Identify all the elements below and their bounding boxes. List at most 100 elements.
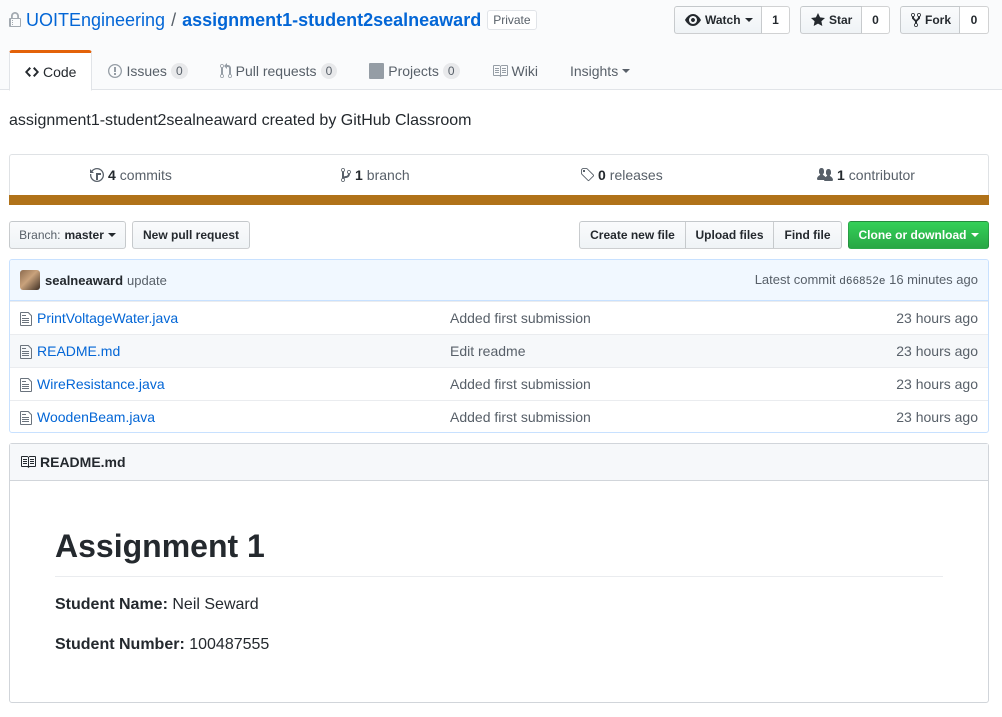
commits-count: 4 <box>108 167 116 183</box>
repo-description: assignment1-student2sealneaward created … <box>9 112 472 129</box>
commit-author-link[interactable]: sealneaward <box>45 273 123 288</box>
student-number-value: 100487555 <box>189 636 270 653</box>
file-icon <box>20 344 32 360</box>
commit-sha-link[interactable]: d66852e <box>839 276 885 288</box>
file-name-link[interactable]: PrintVoltageWater.java <box>37 310 178 326</box>
tab-issues[interactable]: Issues 0 <box>92 50 203 90</box>
file-commit-message[interactable]: Added first submission <box>450 376 591 392</box>
contributors-link[interactable]: 1 contributor <box>817 167 915 183</box>
commit-message-link[interactable]: update <box>127 273 167 288</box>
commits-link[interactable]: 4 commits <box>90 167 172 183</box>
tag-icon <box>580 167 598 183</box>
fork-icon <box>911 12 925 28</box>
issues-counter: 0 <box>170 63 188 79</box>
star-count[interactable]: 0 <box>862 6 890 34</box>
file-age: 23 hours ago <box>896 409 978 425</box>
book-icon <box>492 63 512 79</box>
watch-button[interactable]: Watch <box>674 6 762 34</box>
eye-icon <box>685 12 705 28</box>
contributor-count: 1 <box>837 167 845 183</box>
student-name-line: Student Name: Neil Seward <box>55 596 259 614</box>
repo-name-link[interactable]: assignment1-student2sealneaward <box>182 10 481 31</box>
issue-icon <box>108 63 126 79</box>
projects-counter: 0 <box>442 63 460 79</box>
chevron-down-icon <box>970 233 979 237</box>
clone-label: Clone or download <box>858 228 967 242</box>
student-number-line: Student Number: 100487555 <box>55 636 269 654</box>
chevron-down-icon <box>622 69 631 73</box>
readme-filename: README.md <box>40 454 126 470</box>
file-table: sealneaward update Latest commit d66852e… <box>9 259 989 433</box>
file-icon <box>20 311 32 327</box>
commits-label: commits <box>119 167 172 183</box>
avatar[interactable] <box>20 270 40 290</box>
readme-heading: Assignment 1 <box>55 528 265 564</box>
create-new-file-button[interactable]: Create new file <box>579 221 686 249</box>
upload-files-button[interactable]: Upload files <box>685 221 774 249</box>
file-age: 23 hours ago <box>896 310 978 326</box>
tab-pull-requests[interactable]: Pull requests 0 <box>204 50 354 90</box>
tab-code[interactable]: Code <box>9 50 93 91</box>
branch-label: branch <box>366 167 410 183</box>
fork-count[interactable]: 0 <box>960 6 989 34</box>
pull-request-icon <box>219 63 236 79</box>
code-icon <box>25 64 43 80</box>
tab-projects[interactable]: Projects 0 <box>353 50 475 90</box>
branch-icon <box>341 167 355 183</box>
file-age: 23 hours ago <box>896 376 978 392</box>
student-name-label: Student Name: <box>55 596 168 613</box>
latest-commit-info: Latest commit d66852e 16 minutes ago <box>755 272 978 288</box>
file-icon <box>20 377 32 393</box>
project-icon <box>369 63 388 79</box>
private-badge: Private <box>487 10 537 30</box>
find-file-button[interactable]: Find file <box>773 221 842 249</box>
file-commit-message[interactable]: Edit readme <box>450 343 525 359</box>
releases-link[interactable]: 0 releases <box>580 167 663 183</box>
watch-group: Watch 1 <box>674 6 790 34</box>
file-name-link[interactable]: WireResistance.java <box>37 376 165 392</box>
file-icon <box>20 410 32 426</box>
tab-projects-label: Projects <box>388 63 439 79</box>
tab-code-label: Code <box>43 63 77 80</box>
releases-label: releases <box>609 167 663 183</box>
tab-insights[interactable]: Insights <box>554 50 646 90</box>
repo-nav-tabs: Code Issues 0 Pull requests 0 Projects 0… <box>9 50 646 91</box>
latest-commit-bar: sealneaward update Latest commit d66852e… <box>10 260 988 301</box>
latest-commit-age: 16 minutes ago <box>889 272 978 287</box>
tab-issues-label: Issues <box>126 63 167 79</box>
tab-wiki[interactable]: Wiki <box>476 50 554 90</box>
new-pull-request-button[interactable]: New pull request <box>132 221 250 249</box>
branches-link[interactable]: 1 branch <box>341 167 410 183</box>
fork-group: Fork 0 <box>900 6 989 34</box>
star-button[interactable]: Star <box>800 6 862 34</box>
branch-select-button[interactable]: Branch: master <box>9 221 126 249</box>
table-row: WoodenBeam.java Added first submission 2… <box>10 400 988 432</box>
chevron-down-icon <box>107 233 116 237</box>
clone-download-button[interactable]: Clone or download <box>848 221 989 249</box>
repo-title: UOITEngineering / assignment1-student2se… <box>9 8 537 32</box>
pull-requests-counter: 0 <box>320 63 338 79</box>
people-icon <box>817 167 837 183</box>
branch-prefix: Branch: <box>19 228 61 242</box>
file-name-link[interactable]: WoodenBeam.java <box>37 409 155 425</box>
divider <box>55 576 943 577</box>
file-age: 23 hours ago <box>896 343 978 359</box>
watch-label: Watch <box>705 13 741 27</box>
watch-count[interactable]: 1 <box>762 6 790 34</box>
star-label: Star <box>829 13 853 27</box>
star-icon <box>811 12 829 28</box>
repo-owner-link[interactable]: UOITEngineering <box>26 10 165 31</box>
readme-header: README.md <box>10 444 988 481</box>
file-commit-message[interactable]: Added first submission <box>450 409 591 425</box>
file-commit-message[interactable]: Added first submission <box>450 310 591 326</box>
file-name-link[interactable]: README.md <box>37 343 120 359</box>
student-name-value: Neil Seward <box>172 596 259 613</box>
repo-header: UOITEngineering / assignment1-student2se… <box>0 0 1002 91</box>
language-bar[interactable] <box>9 195 989 205</box>
table-row: WireResistance.java Added first submissi… <box>10 367 988 400</box>
fork-button[interactable]: Fork <box>900 6 960 34</box>
tab-insights-label: Insights <box>569 63 619 79</box>
branch-name: master <box>64 228 104 242</box>
table-row: README.md Edit readme 23 hours ago <box>10 334 988 367</box>
student-number-label: Student Number: <box>55 636 185 653</box>
